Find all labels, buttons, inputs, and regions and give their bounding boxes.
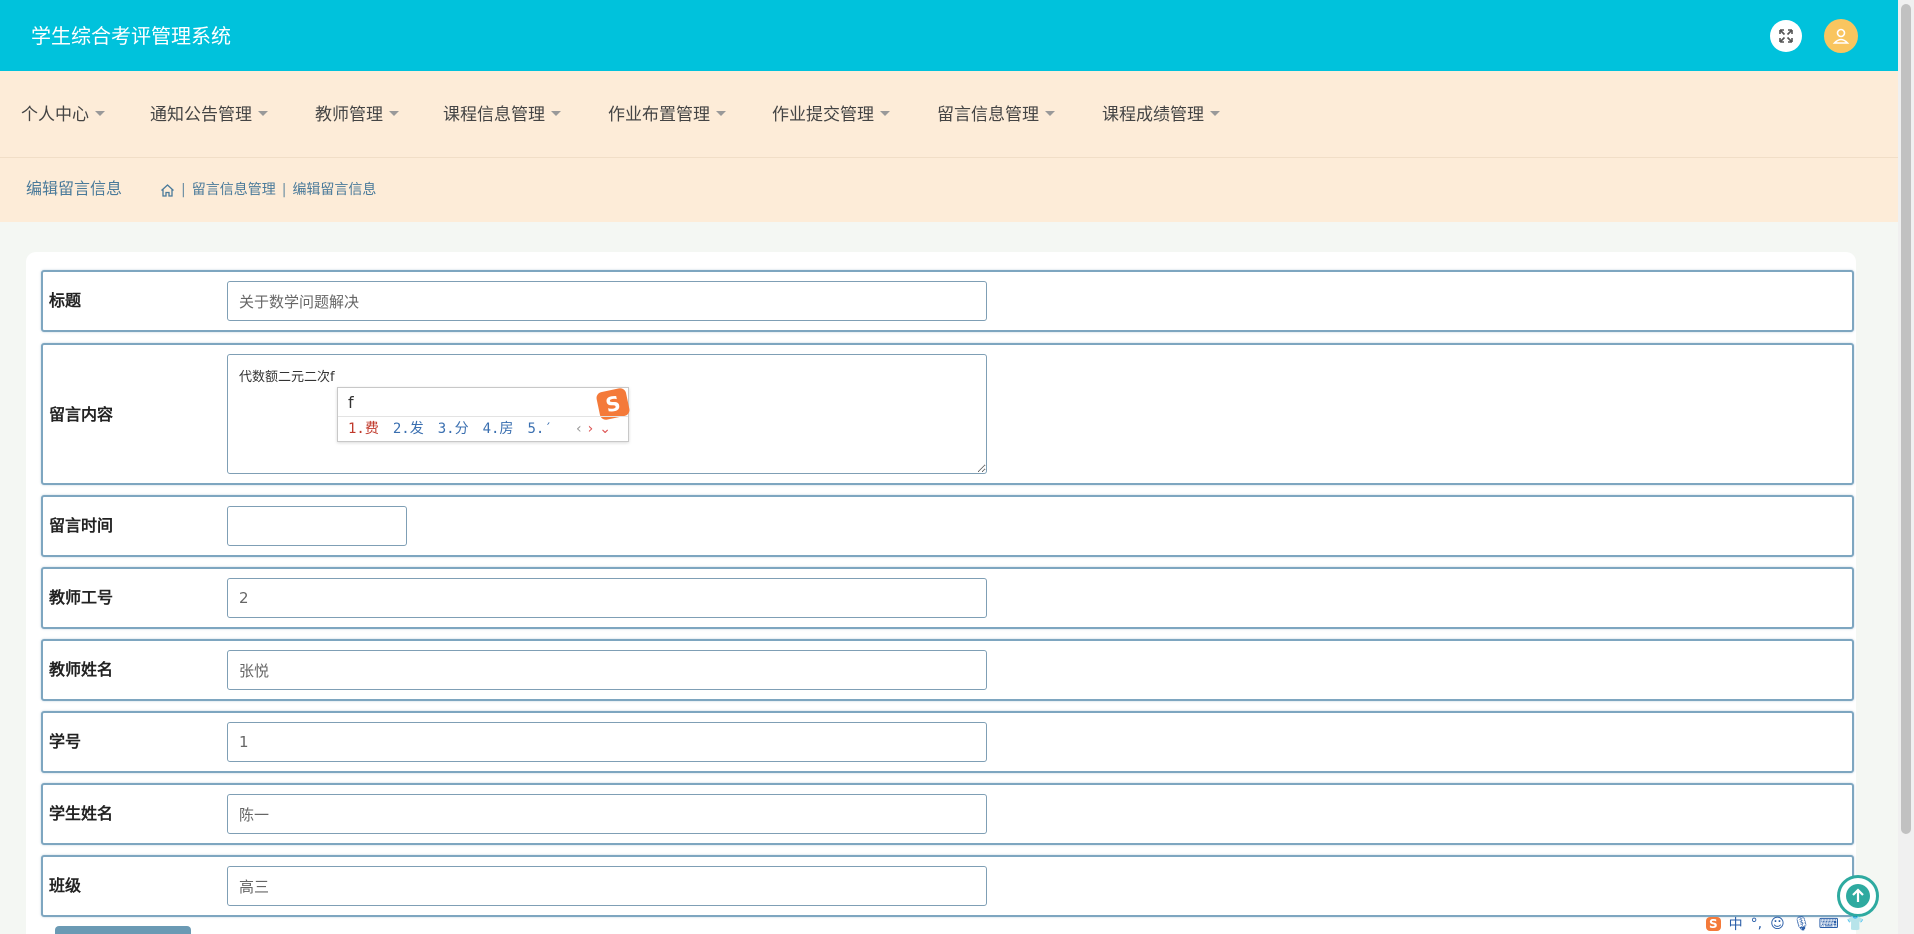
breadcrumb-bar: 编辑留言信息 | 留言信息管理 | 编辑留言信息 [0,158,1898,222]
ime-candidate[interactable]: 1.费 [348,419,379,439]
form-row-student-name: 学生姓名 [41,783,1854,845]
caret-down-icon [880,110,890,116]
page-scrollbar[interactable] [1898,0,1914,934]
ime-composition: f [348,393,354,412]
teacher-id-input[interactable] [227,578,987,618]
top-header: 学生综合考评管理系统 [0,0,1898,71]
nav-item-label: 留言信息管理 [937,105,1039,125]
submit-button[interactable] [55,926,191,934]
user-icon [1832,28,1850,44]
teacher-name-input[interactable] [227,650,987,690]
back-to-top-button[interactable] [1837,875,1879,917]
time-input[interactable] [227,506,407,546]
nav-item-teacher[interactable]: 教师管理 [315,103,399,127]
title-label: 标题 [49,291,82,310]
nav-item-label: 课程信息管理 [443,105,545,125]
student-id-label: 学号 [49,732,82,751]
form-row-time: 留言时间 [41,495,1854,557]
ime-tray: S 中 °, ☺ 🎙 ⌨ 👕 [1706,914,1914,934]
ime-candidate-popup: f S 1.费 2.发 3.分 4.房 5.′ ‹ › ⌄ [337,387,631,442]
time-label: 留言时间 [49,516,114,535]
breadcrumb: | 留言信息管理 | 编辑留言信息 [160,180,376,200]
form-row-class: 班级 [41,855,1854,917]
ime-candidates: 1.费 2.发 3.分 4.房 5.′ [348,419,553,439]
caret-down-icon [551,110,561,116]
breadcrumb-separator: | [181,182,186,198]
chevron-left-icon[interactable]: ‹ [576,419,582,439]
nav-item-personal-center[interactable]: 个人中心 [21,103,105,127]
avatar[interactable] [1824,19,1858,53]
ime-candidate[interactable]: 3.分 [438,419,469,439]
app-title: 学生综合考评管理系统 [31,24,231,48]
keyboard-icon[interactable]: ⌨ [1819,916,1839,932]
breadcrumb-separator: | [281,182,287,198]
breadcrumb-section[interactable]: 留言信息管理 [192,180,276,200]
class-label: 班级 [49,876,82,895]
title-input[interactable] [227,281,987,321]
form-row-content: 留言内容 代数额二元二次f [41,343,1854,485]
caret-down-icon [258,110,268,116]
ime-candidate[interactable]: 4.房 [483,419,514,439]
caret-down-icon [95,110,105,116]
nav-item-message[interactable]: 留言信息管理 [937,103,1055,127]
microphone-icon[interactable]: 🎙 [1793,916,1811,932]
student-name-input[interactable] [227,794,987,834]
teacher-id-label: 教师工号 [49,588,114,607]
ime-candidate[interactable]: 2.发 [393,419,424,439]
nav-item-label: 作业提交管理 [772,105,874,125]
fullscreen-button[interactable] [1770,20,1802,52]
ime-pager: ‹ › ⌄ [576,419,611,439]
nav-item-notice[interactable]: 通知公告管理 [150,103,268,127]
arrow-up-icon [1846,884,1870,908]
nav-item-label: 个人中心 [21,105,89,125]
caret-down-icon [389,110,399,116]
class-input[interactable] [227,866,987,906]
breadcrumb-current: 编辑留言信息 [292,182,377,198]
nav-item-label: 作业布置管理 [608,105,710,125]
expand-icon [1779,29,1793,43]
form-row-title: 标题 [41,270,1854,332]
ime-candidate[interactable]: 5.′ [527,419,552,439]
shirt-icon[interactable]: 👕 [1847,916,1864,932]
caret-down-icon [716,110,726,116]
scrollbar-thumb[interactable] [1901,4,1911,834]
page-title: 编辑留言信息 [26,179,123,198]
sogou-tray-icon[interactable]: S [1706,917,1721,931]
nav-item-course[interactable]: 课程信息管理 [443,103,561,127]
form-row-teacher-id: 教师工号 [41,567,1854,629]
nav-item-homework-submit[interactable]: 作业提交管理 [772,103,890,127]
nav-item-label: 教师管理 [315,105,383,125]
nav-item-score[interactable]: 课程成绩管理 [1102,103,1220,127]
chevron-right-icon[interactable]: › [588,419,594,439]
ime-punct-indicator[interactable]: °, [1751,916,1762,932]
caret-down-icon [1210,110,1220,116]
nav-item-label: 课程成绩管理 [1102,105,1204,125]
nav-item-homework-assign[interactable]: 作业布置管理 [608,103,726,127]
content-label: 留言内容 [49,405,114,424]
student-name-label: 学生姓名 [49,804,114,823]
ime-divider [338,416,628,417]
emoji-icon[interactable]: ☺ [1770,916,1785,932]
main-nav: 个人中心 通知公告管理 教师管理 课程信息管理 作业布置管理 作业提交管理 留言… [0,71,1898,158]
form-row-teacher-name: 教师姓名 [41,639,1854,701]
home-icon[interactable] [160,183,175,198]
form-row-student-id: 学号 [41,711,1854,773]
ime-lang-indicator[interactable]: 中 [1729,914,1743,934]
nav-item-label: 通知公告管理 [150,105,252,125]
teacher-name-label: 教师姓名 [49,660,114,679]
student-id-input[interactable] [227,722,987,762]
chevron-down-icon[interactable]: ⌄ [599,419,611,439]
caret-down-icon [1045,110,1055,116]
